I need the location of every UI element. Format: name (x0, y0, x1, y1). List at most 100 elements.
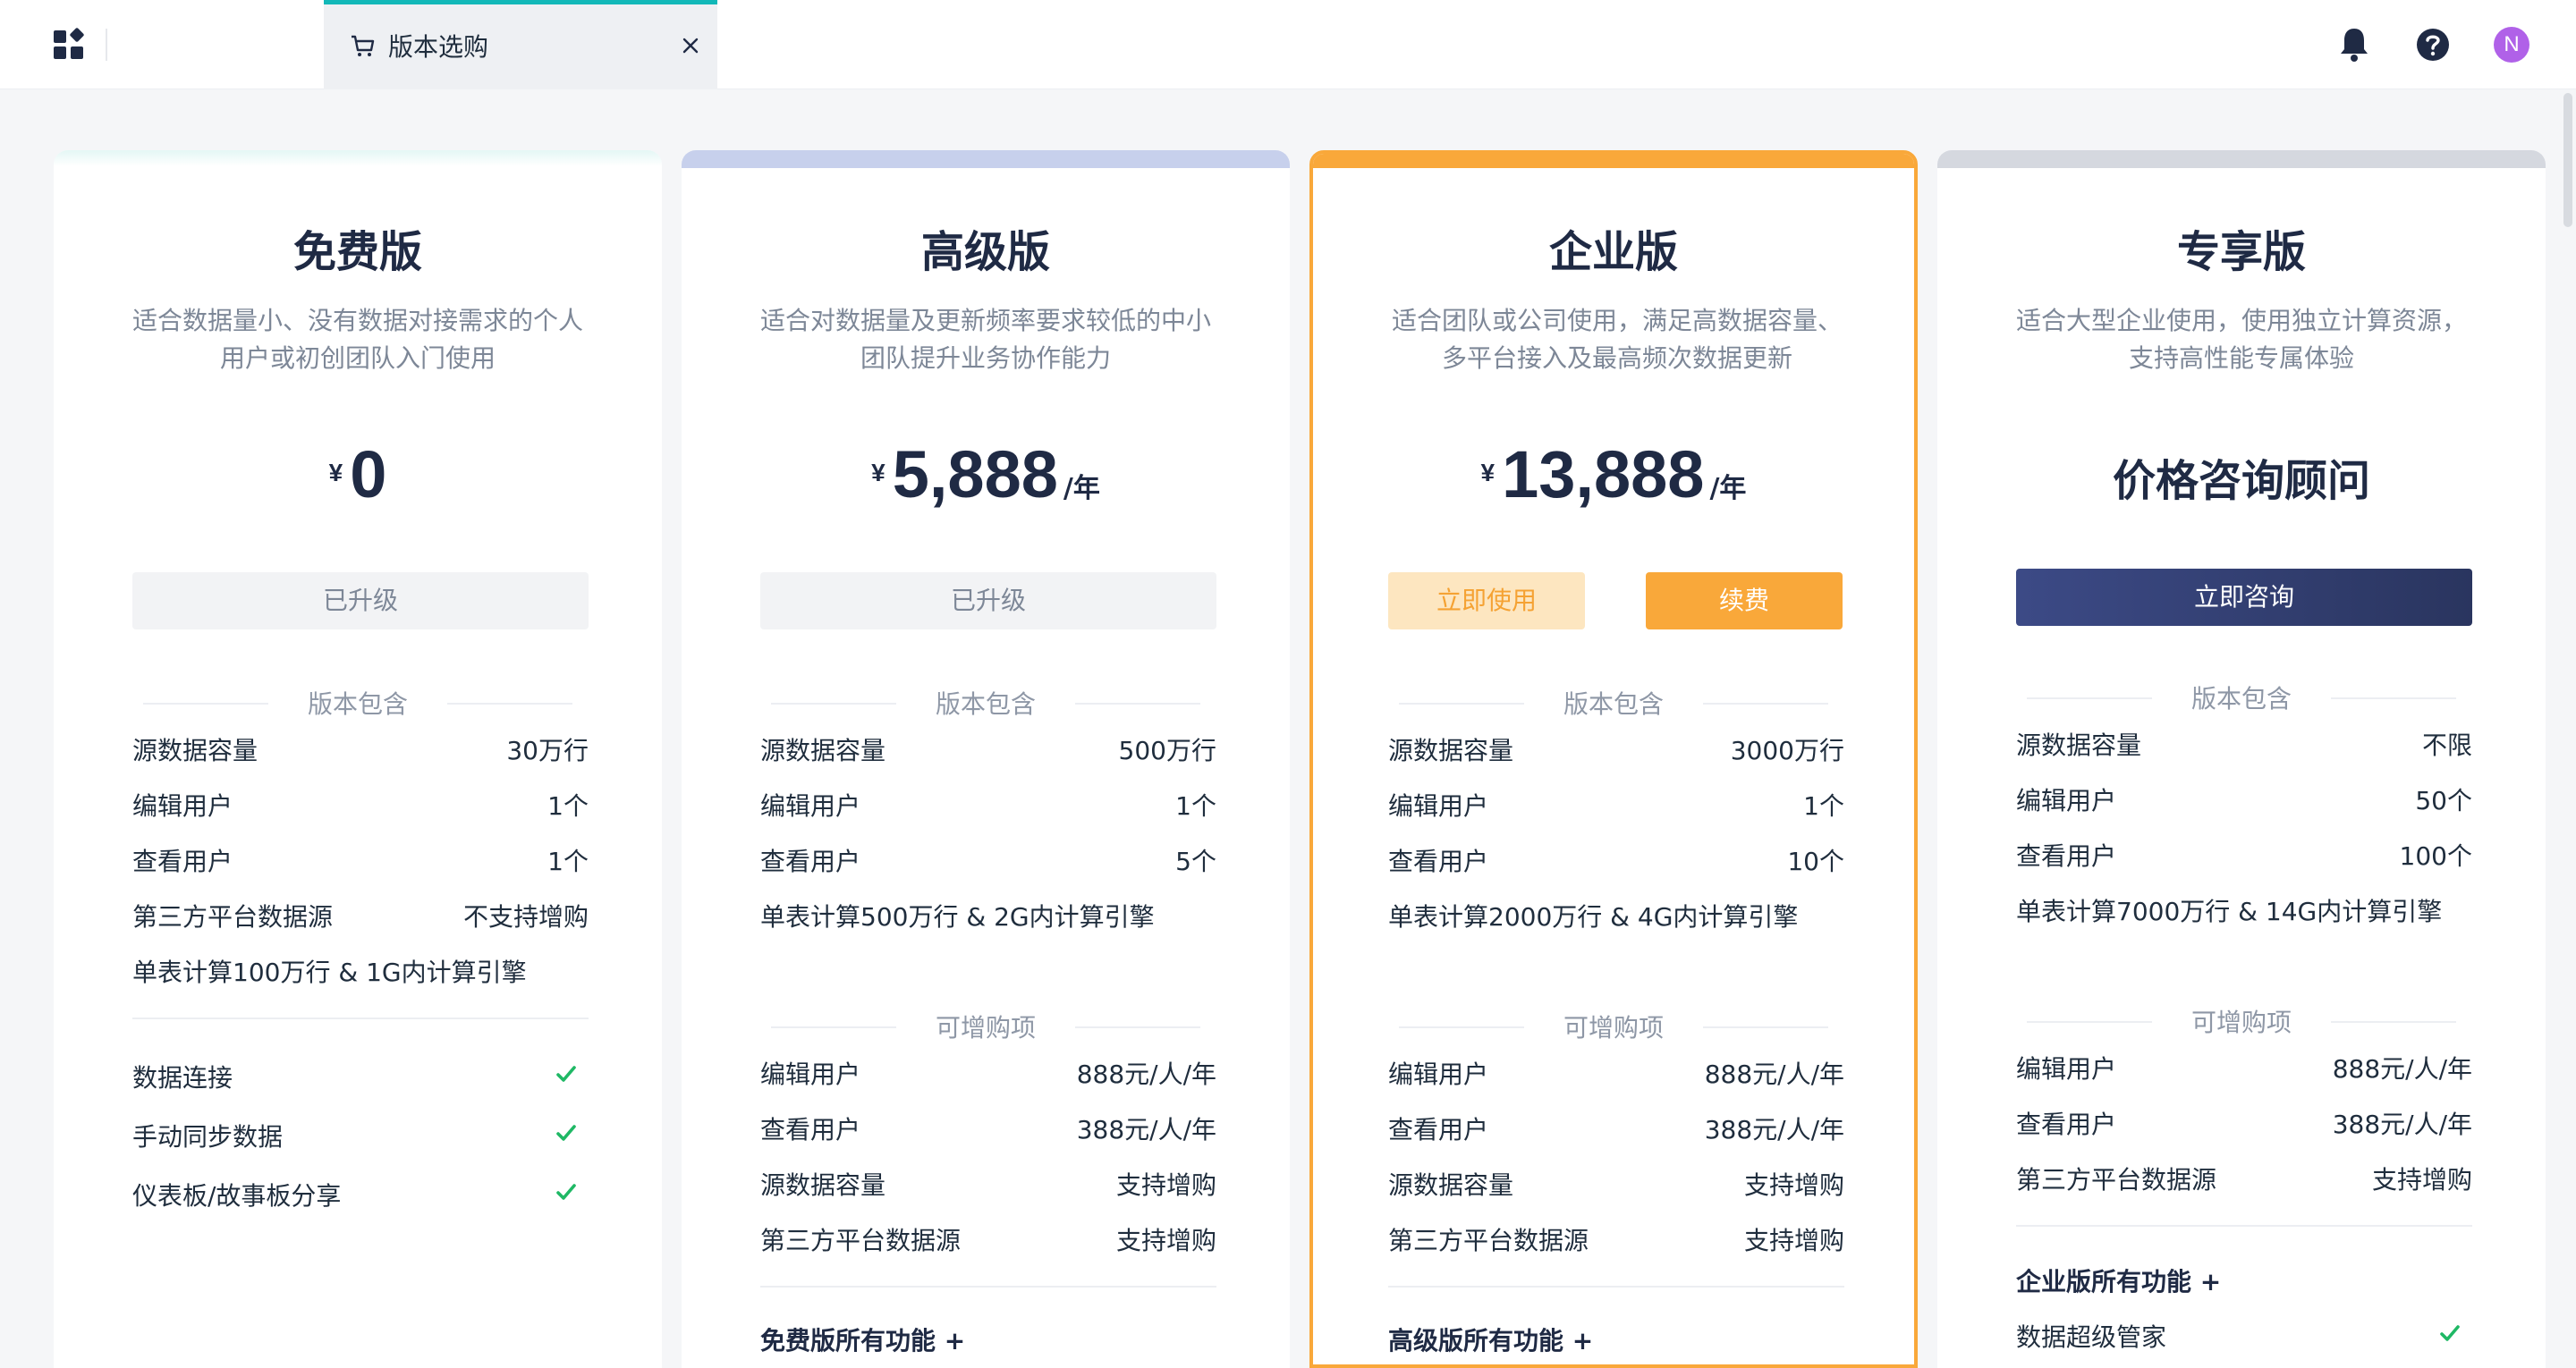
close-icon[interactable] (676, 31, 705, 60)
avatar[interactable]: N (2494, 27, 2529, 63)
include-row: 查看用户 1个 (132, 842, 589, 878)
row-key: 单表计算500万行 & 2G内计算引擎 (760, 902, 1155, 932)
include-row: 查看用户 10个 (1388, 842, 1844, 878)
card-top-accent (682, 150, 1290, 168)
plan-title: 企业版 (1548, 227, 1678, 277)
row-value: 888元/人/年 (1704, 1060, 1844, 1089)
row-value: 100个 (2399, 841, 2472, 871)
all-features-label: 免费版所有功能 + (760, 1326, 966, 1355)
addon-row: 第三方平台数据源 支持增购 (2016, 1161, 2472, 1196)
addon-row: 第三方平台数据源 支持增购 (760, 1221, 1216, 1257)
feature-row: 数据超级管家 (2016, 1318, 2472, 1354)
plan-title: 免费版 (292, 227, 422, 277)
feature-label: 手动同步数据 (132, 1122, 284, 1152)
divider (1388, 1286, 1844, 1288)
check-icon (556, 1066, 576, 1082)
price-amount: 13,888 (1502, 437, 1705, 511)
include-row: 源数据容量 不限 (2016, 726, 2472, 762)
price-amount: 0 (350, 437, 387, 511)
renew-button[interactable]: 续费 (1646, 572, 1843, 629)
price-consult-text: 价格咨询顾问 (2112, 456, 2370, 506)
row-key: 查看用户 (760, 847, 861, 876)
plan-card-free: 免费版 适合数据量小、没有数据对接需求的个人用户或初创团队入门使用 ¥0 已升级… (54, 150, 662, 1368)
card-top-accent (54, 150, 662, 166)
row-key: 单表计算2000万行 & 4G内计算引擎 (1388, 902, 1799, 932)
row-value: 388元/人/年 (1704, 1115, 1844, 1144)
section-includes: 版本包含 (2027, 680, 2456, 715)
row-value: 不限 (2421, 730, 2472, 760)
plan-card-dedicated: 专享版 适合大型企业使用，使用独立计算资源，支持高性能专属体验 价格咨询顾问 立… (1937, 150, 2546, 1368)
check-icon (556, 1184, 576, 1200)
include-row: 源数据容量 500万行 (760, 731, 1216, 767)
upgraded-button[interactable]: 已升级 (760, 572, 1216, 629)
include-row: 单表计算100万行 & 1G内计算引擎 (132, 953, 589, 989)
row-key: 单表计算100万行 & 1G内计算引擎 (132, 958, 527, 987)
plan-price: ¥5,888/年 (682, 436, 1290, 512)
include-row: 编辑用户 1个 (132, 787, 589, 823)
card-top-accent (1937, 150, 2546, 168)
row-key: 第三方平台数据源 (1388, 1226, 1589, 1255)
include-row: 编辑用户 50个 (2016, 781, 2472, 817)
divider (2016, 1225, 2472, 1227)
row-value: 50个 (2415, 786, 2472, 815)
addon-row: 查看用户 388元/人/年 (2016, 1105, 2472, 1141)
include-row: 编辑用户 1个 (760, 787, 1216, 823)
section-includes: 版本包含 (1399, 685, 1828, 721)
addon-row: 编辑用户 888元/人/年 (2016, 1050, 2472, 1085)
include-row: 第三方平台数据源 不支持增购 (132, 898, 589, 933)
feature-label: 仪表板/故事板分享 (132, 1181, 342, 1211)
include-row: 单表计算7000万行 & 14G内计算引擎 (2016, 892, 2472, 928)
check-icon (2440, 1325, 2460, 1341)
section-includes: 版本包含 (143, 685, 572, 721)
include-row: 查看用户 5个 (760, 842, 1216, 878)
row-key: 源数据容量 (1388, 1170, 1514, 1200)
addon-row: 查看用户 388元/人/年 (760, 1110, 1216, 1146)
row-value: 10个 (1787, 847, 1844, 876)
plan-title: 高级版 (920, 227, 1050, 277)
row-key: 源数据容量 (760, 1170, 886, 1200)
include-row: 编辑用户 1个 (1388, 787, 1844, 823)
row-key: 查看用户 (760, 1115, 861, 1144)
row-value: 888元/人/年 (2332, 1054, 2472, 1084)
row-key: 编辑用户 (760, 791, 861, 821)
row-value: 5个 (1175, 847, 1216, 876)
tab-label: 版本选购 (388, 32, 489, 62)
row-key: 编辑用户 (132, 791, 233, 821)
row-key: 查看用户 (2016, 1110, 2117, 1139)
price-unit: /年 (1063, 473, 1100, 504)
price-amount: 5,888 (892, 437, 1058, 511)
upgraded-button[interactable]: 已升级 (132, 572, 589, 629)
plan-description: 适合大型企业使用，使用独立计算资源，支持高性能专属体验 (2015, 306, 2467, 373)
addon-row: 源数据容量 支持增购 (760, 1166, 1216, 1202)
section-includes: 版本包含 (771, 685, 1200, 721)
plan-card-advanced: 高级版 适合对数据量及更新频率要求较低的中小团队提升业务协作能力 ¥5,888/… (682, 150, 1290, 1368)
row-key: 查看用户 (132, 847, 233, 876)
scrollbar[interactable] (2563, 93, 2572, 227)
row-value: 1个 (547, 791, 589, 821)
currency-symbol: ¥ (328, 459, 343, 486)
include-row: 源数据容量 3000万行 (1388, 731, 1844, 767)
plan-price: ¥0 (54, 436, 662, 512)
include-row: 单表计算2000万行 & 4G内计算引擎 (1388, 898, 1844, 933)
bell-icon[interactable] (2336, 25, 2372, 64)
row-key: 编辑用户 (760, 1060, 861, 1089)
row-value: 3000万行 (1730, 736, 1844, 765)
plan-description: 适合对数据量及更新频率要求较低的中小团队提升业务协作能力 (759, 306, 1211, 373)
divider (760, 1286, 1216, 1288)
row-key: 查看用户 (2016, 841, 2117, 871)
row-key: 编辑用户 (1388, 791, 1489, 821)
row-value: 支持增购 (1743, 1226, 1844, 1255)
use-now-button[interactable]: 立即使用 (1388, 572, 1585, 629)
row-value: 支持增购 (1115, 1226, 1216, 1255)
help-icon[interactable] (2415, 27, 2451, 63)
addon-row: 第三方平台数据源 支持增购 (1388, 1221, 1844, 1257)
apps-icon[interactable] (52, 27, 88, 63)
all-features-label: 企业版所有功能 + (2016, 1267, 2222, 1296)
tab-version-purchase[interactable]: 版本选购 (324, 0, 717, 89)
consult-now-button[interactable]: 立即咨询 (2016, 569, 2472, 626)
plan-title: 专享版 (2176, 227, 2306, 277)
row-value: 30万行 (506, 736, 589, 765)
row-value: 388元/人/年 (1076, 1115, 1216, 1144)
row-key: 编辑用户 (1388, 1060, 1489, 1089)
include-row: 单表计算500万行 & 2G内计算引擎 (760, 898, 1216, 933)
